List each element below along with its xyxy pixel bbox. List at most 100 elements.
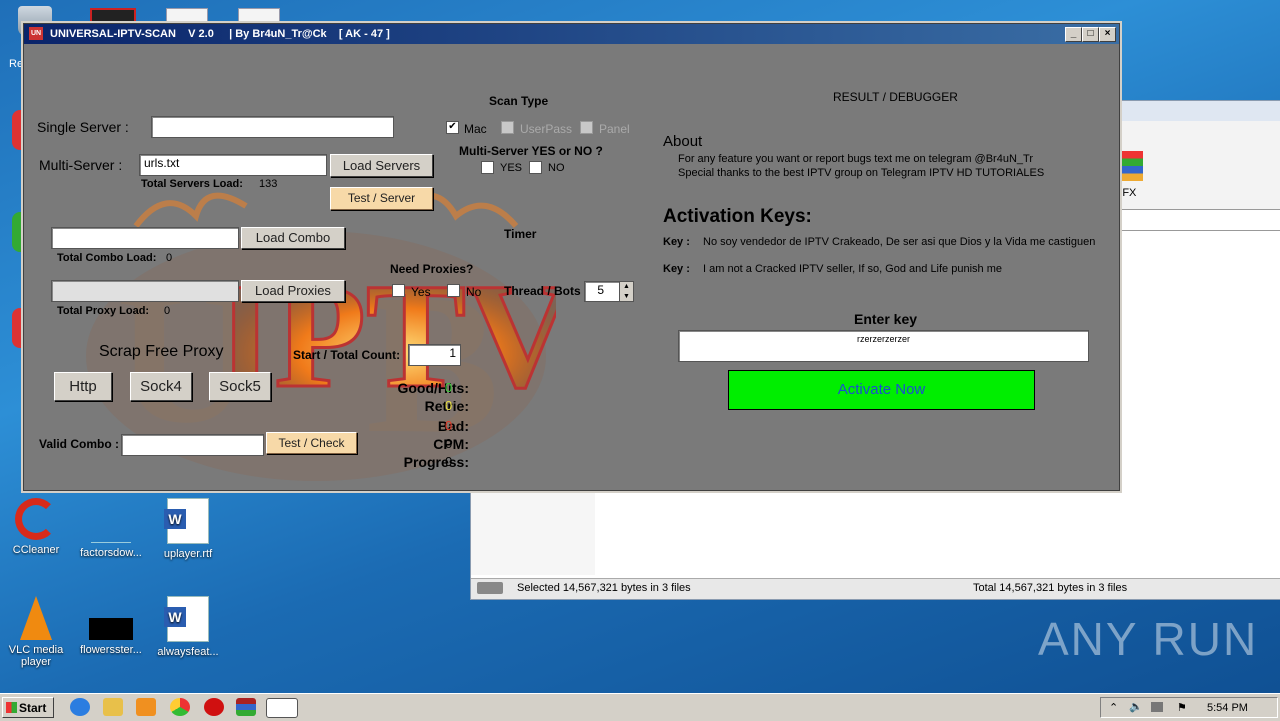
volume-icon[interactable]: 🔈 bbox=[1129, 700, 1143, 713]
desktop-icon-label: uplayer.rtf bbox=[163, 548, 213, 560]
ccleaner-icon bbox=[15, 498, 57, 540]
single-server-input[interactable] bbox=[151, 116, 394, 138]
word-doc-icon bbox=[164, 498, 209, 544]
spinner-arrows-icon[interactable]: ▲ ▼ bbox=[619, 281, 634, 302]
desktop-icon-alwaysfeat[interactable]: alwaysfeat... bbox=[152, 596, 224, 658]
iptv-scan-window: UN UNIVERSAL-IPTV-SCAN V 2.0 | By Br4uN_… bbox=[23, 23, 1120, 491]
retrie-value: 0 bbox=[445, 398, 453, 413]
black-file-icon bbox=[89, 618, 133, 640]
window-title: UNIVERSAL-IPTV-SCAN V 2.0 | By Br4uN_Tr@… bbox=[50, 28, 390, 40]
anyrun-watermark: ANY RUN bbox=[1038, 613, 1259, 665]
test-check-button[interactable]: Test / Check bbox=[266, 432, 357, 454]
combo-input[interactable] bbox=[51, 227, 239, 249]
word-doc-icon bbox=[164, 596, 209, 642]
scrap-proxy-label: Scrap Free Proxy bbox=[99, 343, 224, 360]
test-server-button[interactable]: Test / Server bbox=[330, 187, 433, 210]
total-proxy-value: 0 bbox=[164, 305, 171, 317]
bad-value: 0 bbox=[445, 418, 453, 433]
iptv-scan-task-icon[interactable] bbox=[266, 698, 298, 718]
flag-icon[interactable]: ⚑ bbox=[1177, 701, 1187, 714]
proxy-no-checkbox[interactable] bbox=[447, 284, 460, 297]
status-selected: Selected 14,567,321 bytes in 3 files bbox=[517, 582, 691, 594]
http-button[interactable]: Http bbox=[54, 372, 112, 401]
thread-spinner[interactable]: 5 bbox=[584, 281, 620, 302]
desktop-icon-flowers[interactable]: flowersster... bbox=[75, 596, 147, 656]
multi-no-checkbox[interactable] bbox=[529, 161, 542, 174]
total-proxy-label: Total Proxy Load: bbox=[57, 305, 150, 317]
start-button[interactable]: Start bbox=[2, 697, 54, 718]
scan-userpass-label: UserPass bbox=[520, 122, 573, 136]
media-player-icon[interactable] bbox=[136, 698, 156, 716]
vlc-cone-icon bbox=[20, 596, 52, 640]
bad-label: Bad: bbox=[437, 418, 469, 434]
maximize-button[interactable]: □ bbox=[1082, 27, 1099, 42]
explorer-status-bar: Selected 14,567,321 bytes in 3 files Tot… bbox=[471, 578, 1280, 599]
proxy-yes-checkbox[interactable] bbox=[392, 284, 405, 297]
total-servers-value: 133 bbox=[259, 178, 278, 190]
multi-server-label: Multi-Server : bbox=[39, 157, 123, 173]
cpm-value: 0 bbox=[445, 436, 453, 451]
chrome-icon[interactable] bbox=[170, 698, 190, 716]
taskbar: Start ⌃ 🔈 ⚑ 5:54 PM bbox=[0, 693, 1280, 721]
start-total-input[interactable]: 1 bbox=[408, 344, 461, 366]
load-proxies-button[interactable]: Load Proxies bbox=[241, 280, 345, 302]
result-debugger-label: RESULT / DEBUGGER bbox=[833, 90, 958, 104]
enter-key-input[interactable]: rzerzerzerzer bbox=[678, 330, 1089, 362]
desktop-icon-label: CCleaner bbox=[12, 544, 60, 556]
proxy-input[interactable] bbox=[51, 280, 239, 302]
good-hits-label: Good/Hits: bbox=[397, 380, 469, 396]
start-label: Start bbox=[19, 701, 47, 715]
key2-label: Key : bbox=[663, 263, 690, 275]
scan-panel-label: Panel bbox=[599, 122, 630, 136]
desktop-cut-label: Re bbox=[9, 58, 24, 70]
clock[interactable]: 5:54 PM bbox=[1207, 702, 1248, 714]
multi-yes-label: YES bbox=[500, 162, 523, 174]
scan-panel-checkbox[interactable] bbox=[580, 121, 593, 134]
scan-userpass-checkbox[interactable] bbox=[501, 121, 514, 134]
sock5-button[interactable]: Sock5 bbox=[209, 372, 271, 401]
explorer-field[interactable] bbox=[1111, 209, 1280, 231]
sock4-button[interactable]: Sock4 bbox=[130, 372, 192, 401]
start-total-label: Start / Total Count: bbox=[293, 348, 401, 362]
proxy-yes-label: Yes bbox=[411, 285, 431, 299]
explorer-pane bbox=[471, 491, 595, 575]
window-body: U B IPTV Single Server : Multi-Server : … bbox=[26, 46, 1115, 487]
scan-mac-checkbox[interactable]: ✔ bbox=[446, 121, 459, 134]
network-icon[interactable] bbox=[1151, 702, 1163, 712]
progress-value: 0 bbox=[445, 454, 453, 469]
minimize-button[interactable]: _ bbox=[1065, 27, 1082, 42]
system-tray: ⌃ 🔈 ⚑ 5:54 PM bbox=[1100, 697, 1278, 718]
thread-label: Thread / Bots bbox=[504, 284, 581, 298]
ie-icon[interactable] bbox=[70, 698, 90, 716]
status-total: Total 14,567,321 bytes in 3 files bbox=[973, 582, 1128, 594]
desktop-icon-label: VLC media player bbox=[8, 644, 64, 668]
desktop-icon-factorsdow[interactable]: factorsdow... bbox=[75, 498, 147, 559]
desktop-icon-label: alwaysfeat... bbox=[157, 646, 219, 658]
winrar-icon[interactable] bbox=[236, 698, 256, 716]
multi-yes-checkbox[interactable] bbox=[481, 161, 494, 174]
key1-text: No soy vendedor de IPTV Crakeado, De ser… bbox=[703, 236, 1096, 248]
scan-type-label: Scan Type bbox=[489, 94, 549, 108]
scan-mac-label: Mac bbox=[464, 122, 487, 136]
desktop-icon-uplayer[interactable]: uplayer.rtf bbox=[152, 498, 224, 560]
need-proxies-label: Need Proxies? bbox=[390, 262, 474, 276]
activate-now-button[interactable]: Activate Now bbox=[728, 370, 1035, 410]
opera-icon[interactable] bbox=[204, 698, 224, 716]
valid-combo-input[interactable] bbox=[121, 434, 264, 456]
title-bar[interactable]: UN UNIVERSAL-IPTV-SCAN V 2.0 | By Br4uN_… bbox=[24, 24, 1119, 44]
multi-server-input[interactable]: urls.txt bbox=[139, 154, 327, 176]
total-servers-label: Total Servers Load: bbox=[141, 178, 243, 190]
desktop-icon-label: factorsdow... bbox=[80, 547, 142, 559]
tray-arrow-icon[interactable]: ⌃ bbox=[1109, 701, 1118, 714]
explorer-folder-icon[interactable] bbox=[103, 698, 123, 716]
load-servers-button[interactable]: Load Servers bbox=[330, 154, 433, 177]
about-line-2: Special thanks to the best IPTV group on… bbox=[678, 167, 1045, 179]
blank-file-icon bbox=[91, 498, 131, 543]
close-button[interactable]: × bbox=[1099, 27, 1116, 42]
timer-label: Timer bbox=[504, 227, 537, 241]
load-combo-button[interactable]: Load Combo bbox=[241, 227, 345, 249]
desktop-icon-vlc[interactable]: VLC media player bbox=[0, 596, 72, 668]
progress-label: Progress: bbox=[403, 454, 469, 470]
desktop-icon-ccleaner[interactable]: CCleaner bbox=[0, 498, 72, 556]
explorer-toolbar: SFX bbox=[1111, 121, 1280, 231]
